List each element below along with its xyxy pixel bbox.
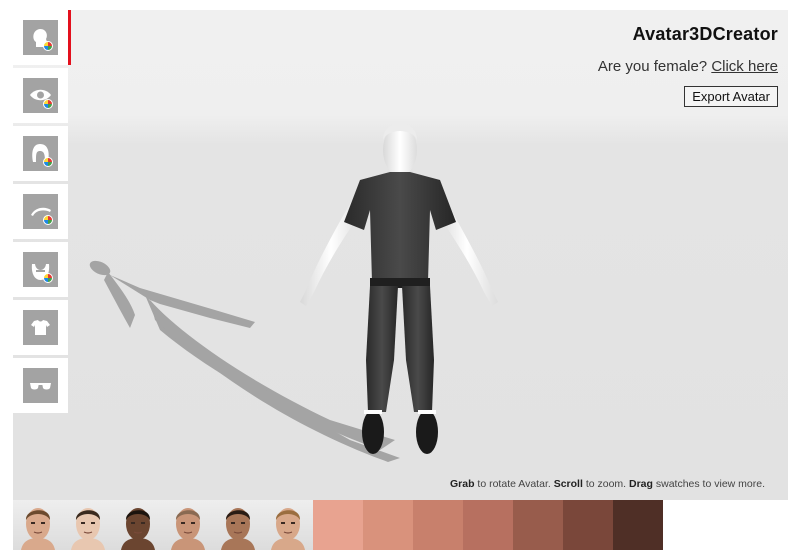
shirt-icon	[23, 310, 58, 345]
sidebar-item-shirt[interactable]	[13, 300, 68, 355]
category-sidebar	[13, 10, 71, 416]
face-preset-2[interactable]	[63, 500, 113, 550]
glasses-icon	[23, 368, 58, 403]
face-preset-5[interactable]	[213, 500, 263, 550]
skin-swatch-2[interactable]	[363, 500, 413, 550]
face-preset-3[interactable]	[113, 500, 163, 550]
skin-swatch-1[interactable]	[313, 500, 363, 550]
face-preset-4[interactable]	[163, 500, 213, 550]
beard-color-icon	[23, 252, 58, 287]
sidebar-item-beard[interactable]	[13, 242, 68, 297]
face-preset-1[interactable]	[13, 500, 63, 550]
avatar-scene[interactable]	[0, 0, 800, 560]
sidebar-item-skin[interactable]	[13, 10, 71, 65]
face-preset-6[interactable]	[263, 500, 313, 550]
sidebar-item-eyebrows[interactable]	[13, 184, 68, 239]
eye-color-icon	[23, 78, 58, 113]
app-title: Avatar3DCreator	[632, 24, 778, 44]
avatar-shadow	[89, 260, 400, 462]
skin-swatch-7[interactable]	[613, 500, 663, 550]
sidebar-item-eyes[interactable]	[13, 68, 68, 123]
female-prompt: Are you female? Click here	[598, 58, 778, 75]
sidebar-item-hair[interactable]	[13, 126, 68, 181]
skin-swatch-4[interactable]	[463, 500, 513, 550]
export-avatar-button[interactable]: Export Avatar	[684, 86, 778, 107]
skin-swatch-3[interactable]	[413, 500, 463, 550]
female-click-here-link[interactable]: Click here	[711, 58, 778, 75]
usage-hint: Grab to rotate Avatar. Scroll to zoom. D…	[449, 478, 765, 490]
hair-color-icon	[23, 136, 58, 171]
skin-swatch-6[interactable]	[563, 500, 613, 550]
head-color-icon	[23, 20, 58, 55]
female-question: Are you female?	[597, 58, 708, 75]
skin-swatches	[313, 500, 663, 550]
face-presets	[13, 500, 313, 550]
avatar-figure[interactable]	[300, 123, 498, 455]
sidebar-item-glasses[interactable]	[13, 358, 68, 413]
skin-swatch-5[interactable]	[513, 500, 563, 550]
swatch-strip[interactable]	[13, 500, 663, 550]
eyebrow-color-icon	[23, 194, 58, 229]
